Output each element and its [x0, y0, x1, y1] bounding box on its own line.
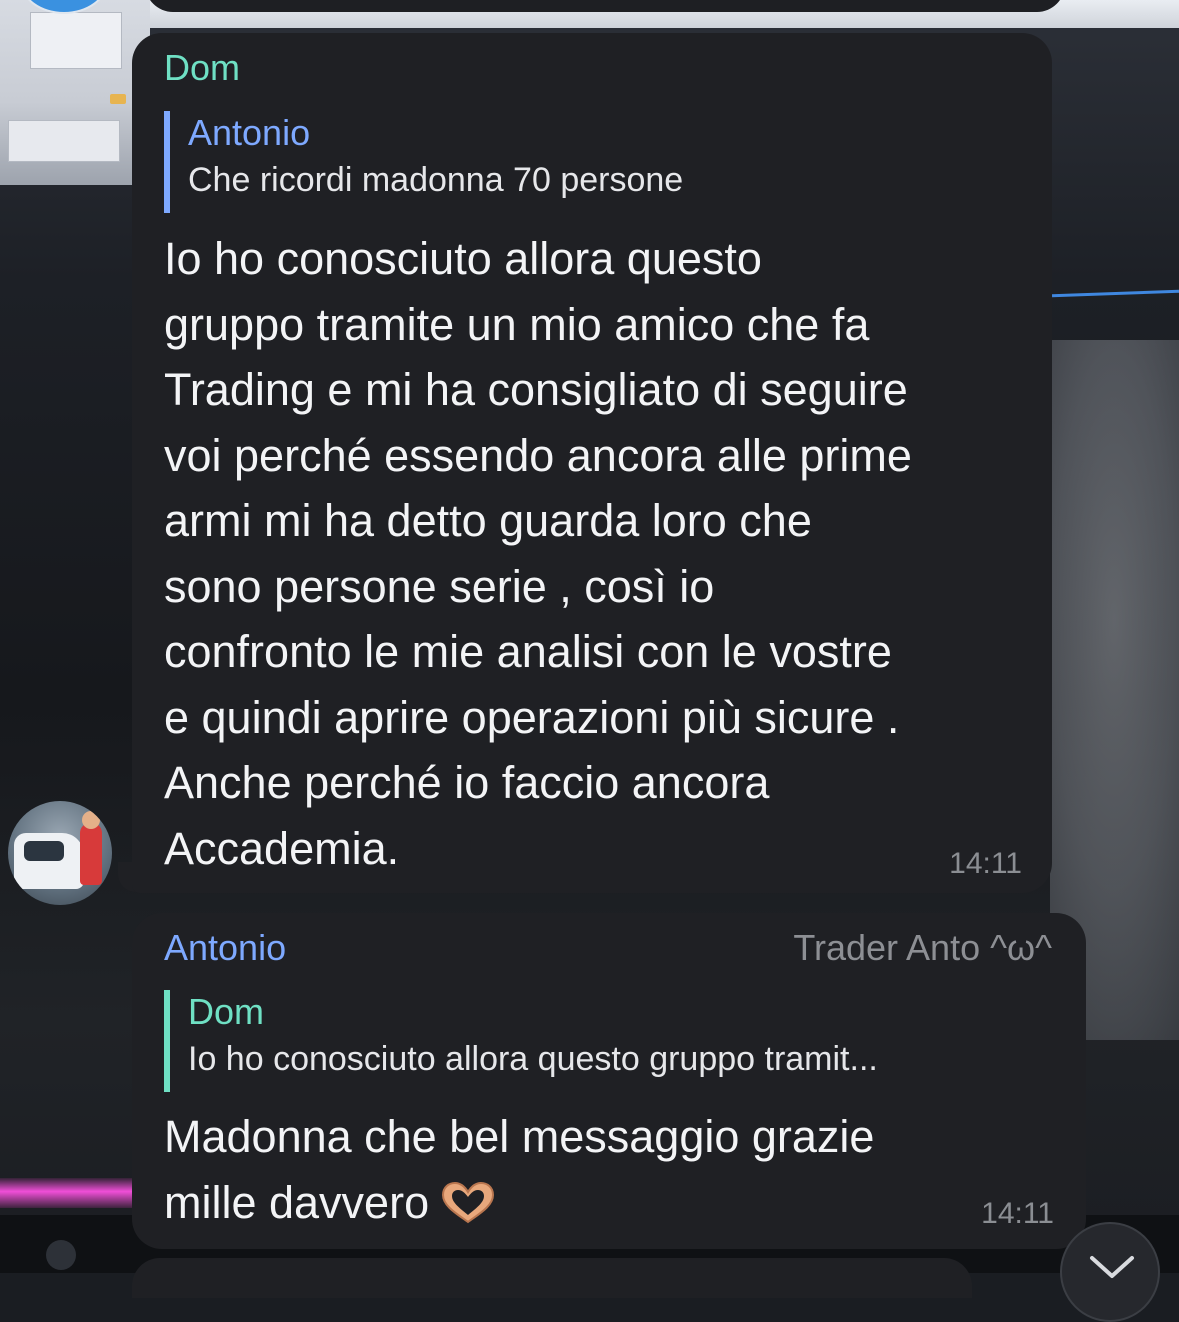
- reply-quote[interactable]: Dom Io ho conosciuto allora questo grupp…: [164, 990, 1044, 1092]
- avatar[interactable]: [8, 801, 112, 905]
- wallpaper-monitor: [0, 0, 150, 185]
- message-time: 14:11: [981, 1197, 1054, 1230]
- message-time: 14:11: [949, 847, 1022, 880]
- avatar-car-window: [24, 841, 64, 861]
- sender-name[interactable]: Dom: [164, 47, 240, 89]
- chevron-down-icon: [1090, 1256, 1134, 1278]
- next-message-bubble[interactable]: [132, 1258, 972, 1298]
- heart-hands-icon: [442, 1181, 495, 1223]
- reply-sender-name: Dom: [188, 991, 265, 1032]
- message-text-container: Madonna che bel messaggio grazie mille d…: [164, 1104, 1024, 1235]
- reply-sender-name: Antonio: [188, 112, 311, 153]
- reply-quote[interactable]: Antonio Che ricordi madonna 70 persone: [164, 111, 984, 213]
- admin-title: Trader Anto ^ω^: [793, 927, 1052, 968]
- message-text: Io ho conosciuto allora questo gruppo tr…: [164, 233, 912, 874]
- wallpaper-blue-line: [1051, 289, 1179, 298]
- message-bubble[interactable]: Antonio Trader Anto ^ω^ Dom Io ho conosc…: [132, 913, 1086, 1249]
- message-bubble[interactable]: Dom Antonio Che ricordi madonna 70 perso…: [132, 33, 1052, 893]
- avatar[interactable]: [46, 1240, 76, 1270]
- wallpaper-monitor-window: [8, 120, 120, 162]
- wallpaper-monitor-tag: [110, 94, 126, 104]
- reply-text: Che ricordi madonna 70 persone: [188, 161, 684, 199]
- previous-message-bubble[interactable]: [145, 0, 1065, 12]
- sender-name[interactable]: Antonio: [164, 927, 286, 969]
- wallpaper-led-strip: [0, 1178, 140, 1208]
- scroll-down-button[interactable]: [1060, 1222, 1160, 1322]
- avatar-head-shape: [82, 811, 100, 829]
- avatar-person-shape: [80, 823, 102, 885]
- wallpaper-monitor-window: [30, 12, 122, 69]
- message-text: Madonna che bel messaggio grazie mille d…: [164, 1111, 875, 1228]
- reply-text: Io ho conosciuto allora questo gruppo tr…: [188, 1040, 878, 1078]
